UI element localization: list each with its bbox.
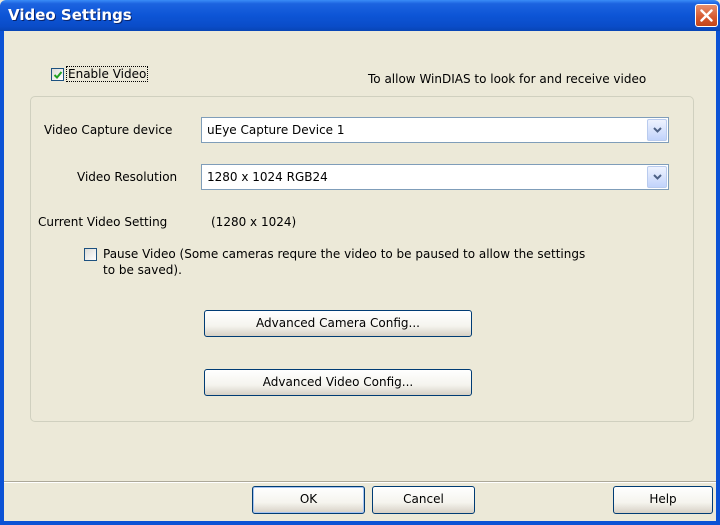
resolution-label: Video Resolution bbox=[77, 170, 178, 184]
resolution-select[interactable]: 1280 x 1024 RGB24 bbox=[201, 164, 669, 190]
chevron-down-icon bbox=[653, 174, 662, 180]
help-button[interactable]: Help bbox=[613, 486, 713, 514]
advanced-camera-config-button[interactable]: Advanced Camera Config... bbox=[204, 310, 472, 337]
title-bar[interactable]: Video Settings bbox=[0, 0, 720, 31]
pause-video-label[interactable]: Pause Video (Some cameras requre the vid… bbox=[103, 247, 585, 261]
window-frame-bottom bbox=[0, 521, 720, 525]
cancel-button[interactable]: Cancel bbox=[372, 486, 475, 514]
enable-video-label[interactable]: Enable Video bbox=[65, 66, 149, 82]
window-title: Video Settings bbox=[8, 6, 132, 24]
capture-device-value: uEye Capture Device 1 bbox=[207, 123, 345, 137]
enable-video-hint: To allow WinDIAS to look for and receive… bbox=[368, 72, 647, 86]
chevron-down-icon bbox=[653, 127, 662, 133]
video-settings-dialog: Video Settings Enable Video To allow Win… bbox=[0, 0, 720, 525]
capture-device-dropdown-button[interactable] bbox=[647, 119, 667, 141]
current-setting-value: (1280 x 1024) bbox=[211, 215, 297, 229]
resolution-dropdown-button[interactable] bbox=[647, 166, 667, 188]
enable-video-checkbox[interactable] bbox=[51, 68, 64, 81]
pause-video-label-continued[interactable]: to be saved). bbox=[103, 263, 182, 277]
ok-button[interactable]: OK bbox=[252, 486, 365, 514]
current-setting-label: Current Video Setting bbox=[38, 215, 168, 229]
advanced-video-config-button[interactable]: Advanced Video Config... bbox=[204, 369, 472, 396]
close-button[interactable] bbox=[695, 4, 718, 27]
checkmark-icon bbox=[53, 71, 63, 79]
resolution-value: 1280 x 1024 RGB24 bbox=[207, 170, 328, 184]
pause-video-checkbox[interactable] bbox=[84, 248, 97, 261]
capture-device-select[interactable]: uEye Capture Device 1 bbox=[201, 117, 669, 143]
close-icon bbox=[700, 9, 713, 22]
window-frame-left bbox=[0, 31, 4, 525]
window-frame-right bbox=[716, 31, 720, 525]
footer-divider-highlight bbox=[4, 482, 716, 483]
capture-device-label: Video Capture device bbox=[44, 123, 173, 137]
